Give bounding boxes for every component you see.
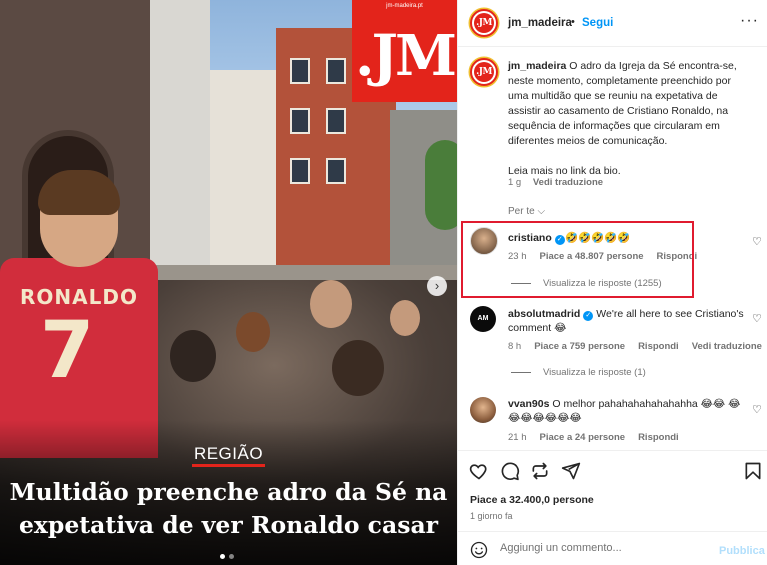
comment-body: absolutmadrid ✓ We're all here to see Cri…	[508, 307, 748, 335]
verified-icon: ✓	[583, 311, 594, 321]
person-head	[236, 312, 270, 352]
comment-time: 21 h	[508, 432, 527, 443]
comment-username[interactable]: vvan90s	[508, 398, 549, 410]
post-image[interactable]: RONALDO 7 jm-madeira.pt .JM › REGIÃO Mul…	[0, 0, 457, 565]
building-white	[200, 70, 285, 270]
post-caption: jm_madeira O adro da Igreja da Sé encont…	[508, 59, 753, 179]
tree	[425, 140, 457, 230]
comment-meta: 8 h Piace a 759 persone Rispondi Vedi tr…	[508, 341, 762, 352]
window	[290, 158, 310, 184]
like-icon[interactable]	[469, 461, 489, 481]
post-header: .JM jm_madeira • Segui ···	[458, 0, 767, 47]
caption-meta: 1 g Vedi traduzione	[508, 177, 603, 188]
reply-button[interactable]: Rispondi	[638, 341, 679, 352]
account-username[interactable]: jm_madeira	[508, 17, 572, 29]
comment-username[interactable]: absolutmadrid	[508, 308, 580, 320]
comment-icon[interactable]	[500, 461, 520, 481]
person-head	[332, 340, 384, 396]
comment-body: vvan90s O melhor pahahahahahahahha 😂😂 😂😂…	[508, 397, 748, 425]
next-slide-button[interactable]: ›	[427, 276, 447, 296]
comment-likes[interactable]: Piace a 24 persone	[540, 432, 626, 443]
like-comment-icon[interactable]: ♡	[752, 235, 762, 248]
person-head	[310, 280, 352, 328]
repost-icon[interactable]	[530, 461, 550, 481]
shirt-number: 7	[40, 306, 95, 396]
caption-text-2: Leia mais no link da bio.	[508, 165, 621, 177]
follow-button[interactable]: Segui	[582, 17, 613, 29]
comment-time: 8 h	[508, 341, 522, 352]
comment-input[interactable]	[500, 542, 700, 554]
reply-button[interactable]: Rispondi	[638, 432, 679, 443]
like-comment-icon[interactable]: ♡	[752, 403, 762, 416]
highlight-box	[461, 221, 694, 298]
window	[326, 158, 346, 184]
more-options-icon[interactable]: ···	[740, 12, 759, 30]
region-label: REGIÃO	[0, 444, 457, 467]
like-comment-icon[interactable]: ♡	[752, 312, 762, 325]
add-comment-bar: Pubblica	[458, 531, 767, 565]
comment-likes[interactable]: Piace a 759 persone	[534, 341, 625, 352]
comment-meta: 21 h Piace a 24 persone Rispondi	[508, 432, 679, 443]
jm-logo: jm-madeira.pt .JM	[352, 0, 457, 102]
emoji-icon[interactable]	[470, 541, 488, 559]
carousel-dot	[229, 554, 234, 559]
carousel-dots	[220, 554, 234, 559]
caption-translate-link[interactable]: Vedi traduzione	[533, 177, 603, 188]
view-replies-button[interactable]: Visualizza le risposte (1)	[511, 367, 646, 378]
caption-avatar[interactable]: .JM	[470, 58, 498, 86]
kid-hair	[38, 170, 120, 215]
church-wall	[150, 0, 210, 300]
post-date: 1 giorno fa	[470, 511, 513, 521]
person-head	[390, 300, 420, 336]
account-avatar[interactable]: .JM	[470, 9, 498, 37]
bookmark-icon[interactable]	[743, 461, 763, 481]
actions-divider	[458, 450, 767, 451]
publish-button[interactable]: Pubblica	[719, 545, 765, 557]
window	[326, 58, 346, 84]
post-likes[interactable]: Piace a 32.400,0 persone	[470, 494, 594, 506]
person-head	[170, 330, 216, 382]
post-headline: Multidão preenche adro da Sé na expetati…	[9, 478, 448, 539]
share-icon[interactable]	[561, 461, 581, 481]
carousel-dot-active	[220, 554, 225, 559]
translate-link[interactable]: Vedi traduzione	[692, 341, 762, 352]
logo-text: .JM	[355, 23, 457, 89]
caption-text: O adro da Igreja da Sé encontra-se, nest…	[508, 60, 737, 147]
window	[290, 58, 310, 84]
logo-url: jm-madeira.pt	[386, 3, 423, 9]
commenter-avatar-vvan90s[interactable]	[470, 397, 496, 423]
for-you-filter[interactable]: Per te ⌵	[508, 206, 545, 217]
window	[326, 108, 346, 134]
caption-time: 1 g	[508, 177, 522, 188]
caption-username[interactable]: jm_madeira	[508, 60, 566, 72]
separator-dot: •	[571, 16, 575, 28]
commenter-avatar-absolutmadrid[interactable]: AM	[470, 306, 496, 332]
commenter-avatar-cristiano[interactable]	[470, 227, 498, 255]
window	[290, 108, 310, 134]
